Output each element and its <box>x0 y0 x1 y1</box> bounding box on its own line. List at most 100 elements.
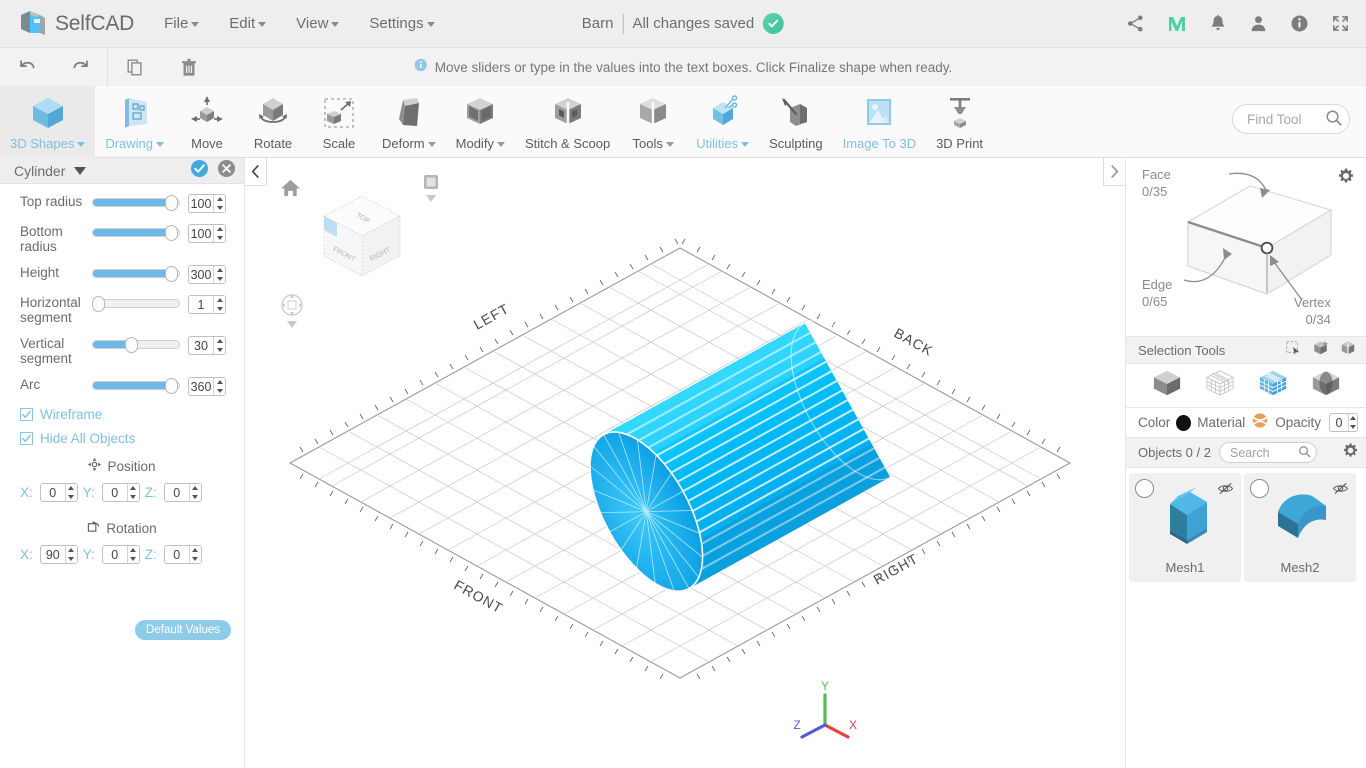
share-icon[interactable] <box>1126 14 1145 33</box>
ribbon-tool-3d-print[interactable]: 3D Print <box>926 86 993 158</box>
spinner-down[interactable] <box>128 555 139 564</box>
spinner[interactable] <box>1347 414 1357 431</box>
spinner-up[interactable] <box>128 546 139 555</box>
spinner-up[interactable] <box>190 546 201 555</box>
eye-hidden-icon[interactable] <box>1332 481 1349 501</box>
slider-knob[interactable] <box>165 225 178 241</box>
slider-knob[interactable] <box>165 266 178 282</box>
notifications-bell-icon[interactable] <box>1209 14 1227 33</box>
fullscreen-icon[interactable] <box>1331 14 1350 33</box>
ribbon-tool-3d-shapes[interactable]: 3D Shapes <box>0 86 96 158</box>
spinner-up[interactable] <box>1349 414 1357 423</box>
color-swatch[interactable] <box>1176 414 1192 431</box>
spinner-up[interactable] <box>66 484 77 493</box>
object-select-radio[interactable] <box>1135 479 1154 498</box>
vertex-mode-icon[interactable] <box>1204 368 1236 403</box>
magic-select-icon[interactable] <box>1312 340 1329 361</box>
info-icon[interactable] <box>1290 14 1309 33</box>
ribbon-tool-deform[interactable]: Deform <box>372 86 446 158</box>
spinner-up[interactable] <box>214 337 225 346</box>
objects-search-input[interactable]: Search <box>1218 442 1317 463</box>
menu-edit[interactable]: Edit <box>229 15 267 32</box>
menu-file[interactable]: File <box>164 15 200 32</box>
delete-button[interactable] <box>162 48 216 86</box>
spinner-down[interactable] <box>66 493 77 502</box>
ribbon-tool-tools[interactable]: Tools <box>620 86 686 158</box>
bottom-radius-slider[interactable] <box>92 225 180 241</box>
spinner[interactable] <box>64 484 77 502</box>
spinner[interactable] <box>213 337 225 354</box>
material-sphere-icon[interactable] <box>1251 412 1269 434</box>
spinner-up[interactable] <box>214 378 225 387</box>
object-mode-icon[interactable] <box>1151 368 1183 403</box>
ribbon-tool-scale[interactable]: Scale <box>306 86 372 158</box>
bottom-radius-input[interactable]: 100 <box>188 224 226 243</box>
spinner[interactable] <box>188 546 201 564</box>
height-input[interactable]: 300 <box>188 265 226 284</box>
rotation-z-input[interactable]: 0 <box>163 545 202 564</box>
spinner-up[interactable] <box>214 195 225 204</box>
opacity-input[interactable]: 0 <box>1329 413 1358 432</box>
rotation-x-input[interactable]: 90 <box>39 545 78 564</box>
spinner-down[interactable] <box>214 234 225 243</box>
ribbon-tool-modify[interactable]: Modify <box>446 86 515 158</box>
slider-knob[interactable] <box>125 337 138 353</box>
spinner-down[interactable] <box>214 204 225 213</box>
vertical-segment-input[interactable]: 30 <box>188 336 226 355</box>
spinner-down[interactable] <box>214 387 225 396</box>
spinner-up[interactable] <box>128 484 139 493</box>
checkbox-checked-icon[interactable] <box>20 408 33 421</box>
finalize-shape-button[interactable] <box>190 159 209 183</box>
horizontal-segment-input[interactable]: 1 <box>188 295 226 314</box>
vertical-segment-slider[interactable] <box>92 337 180 353</box>
undo-button[interactable] <box>0 48 54 86</box>
user-account-icon[interactable] <box>1249 14 1268 33</box>
position-y-input[interactable]: 0 <box>101 483 140 502</box>
menu-settings[interactable]: Settings <box>369 15 435 32</box>
spinner-up[interactable] <box>214 296 225 305</box>
object-card-mesh1[interactable]: Mesh1 <box>1129 473 1241 582</box>
ribbon-tool-rotate[interactable]: Rotate <box>240 86 306 158</box>
ribbon-tool-sculpting[interactable]: Sculpting <box>759 86 832 158</box>
collapse-right-panel-button[interactable] <box>1103 158 1125 186</box>
find-tool-input[interactable]: Find Tool <box>1232 104 1350 134</box>
spinner-up[interactable] <box>214 225 225 234</box>
object-select-radio[interactable] <box>1250 479 1269 498</box>
horizontal-segment-slider[interactable] <box>92 296 180 312</box>
spinner-down[interactable] <box>214 275 225 284</box>
spinner[interactable] <box>213 378 225 395</box>
document-name[interactable]: Barn <box>582 15 614 32</box>
menu-view[interactable]: View <box>296 15 340 32</box>
loop-select-icon[interactable] <box>1340 340 1356 361</box>
ribbon-tool-image-to-3d[interactable]: Image To 3D <box>833 86 926 158</box>
eye-hidden-icon[interactable] <box>1217 481 1234 501</box>
wireframe-checkbox-row[interactable]: Wireframe <box>0 407 244 422</box>
spinner[interactable] <box>126 484 139 501</box>
viewport-3d[interactable]: LEFT BACK FRONT RIGHT TOP FRONT RIGHT Y … <box>245 158 1125 768</box>
spinner-down[interactable] <box>214 346 225 355</box>
home-view-icon[interactable] <box>280 178 301 203</box>
collapse-left-panel-button[interactable] <box>245 158 267 186</box>
zoom-control[interactable] <box>420 173 442 212</box>
medium-logo-icon[interactable] <box>1167 14 1187 34</box>
spinner-up[interactable] <box>66 546 77 555</box>
chevron-down-icon[interactable] <box>74 166 87 175</box>
hide-all-objects-checkbox-row[interactable]: Hide All Objects <box>0 431 244 446</box>
close-panel-button[interactable] <box>217 159 236 183</box>
ribbon-tool-drawing[interactable]: Drawing <box>95 86 174 158</box>
ribbon-tool-move[interactable]: Move <box>174 86 240 158</box>
pan-control[interactable] <box>280 293 304 334</box>
edge-mode-icon[interactable] <box>1310 368 1342 403</box>
copy-button[interactable] <box>108 48 162 86</box>
default-values-button[interactable]: Default Values <box>135 620 231 640</box>
spinner-down[interactable] <box>190 555 201 564</box>
rect-select-icon[interactable] <box>1285 340 1301 361</box>
spinner-down[interactable] <box>214 305 225 314</box>
spinner-up[interactable] <box>190 484 201 493</box>
view-orientation-cube[interactable]: TOP FRONT RIGHT <box>315 188 410 293</box>
position-z-input[interactable]: 0 <box>163 483 202 502</box>
slider-knob[interactable] <box>92 296 105 312</box>
top-radius-slider[interactable] <box>92 195 180 211</box>
spinner[interactable] <box>188 484 201 501</box>
spinner[interactable] <box>213 296 225 313</box>
